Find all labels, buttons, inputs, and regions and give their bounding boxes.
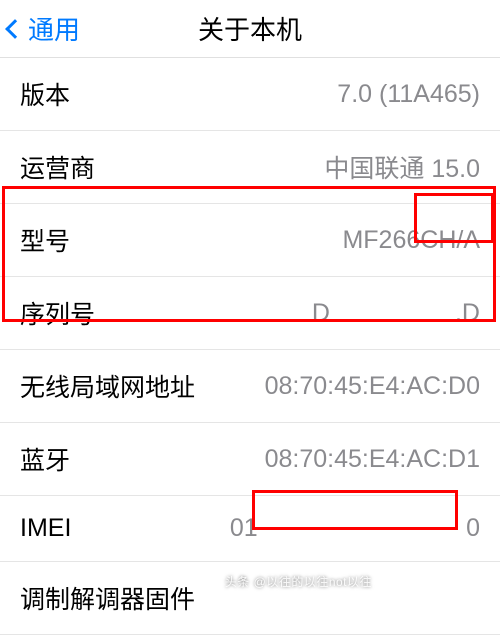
watermark-text: 头条 @以往的以往not以往: [225, 573, 372, 590]
chevron-left-icon: [5, 19, 25, 39]
value: 01 0: [230, 514, 480, 543]
label: 蓝牙: [20, 441, 70, 477]
row-model[interactable]: 型号 MF266CH/A: [0, 204, 500, 277]
back-button[interactable]: 通用: [0, 10, 80, 47]
row-version[interactable]: 版本 7.0 (11A465): [0, 58, 500, 131]
label: 型号: [20, 222, 70, 258]
row-bluetooth[interactable]: 蓝牙 08:70:45:E4:AC:D1: [0, 423, 500, 496]
value: 7.0 (11A465): [337, 80, 480, 109]
label: 无线局域网地址: [20, 368, 195, 404]
row-serial[interactable]: 序列号 D .D: [0, 277, 500, 350]
row-carrier[interactable]: 运营商 中国联通 15.0: [0, 131, 500, 204]
value: 08:70:45:E4:AC:D0: [265, 372, 480, 401]
label: 序列号: [20, 295, 95, 331]
page-title: 关于本机: [198, 10, 302, 47]
label: 版本: [20, 76, 70, 112]
label: IMEI: [20, 514, 71, 543]
back-label: 通用: [28, 10, 80, 47]
settings-list: 版本 7.0 (11A465) 运营商 中国联通 15.0 型号 MF266CH…: [0, 58, 500, 635]
label: 运营商: [20, 149, 95, 185]
nav-header: 通用 关于本机: [0, 0, 500, 58]
value: D .D: [312, 299, 480, 328]
value: 08:70:45:E4:AC:D1: [265, 445, 480, 474]
label: 调制解调器固件: [20, 580, 195, 616]
value: MF266CH/A: [342, 226, 480, 255]
row-wifi-mac[interactable]: 无线局域网地址 08:70:45:E4:AC:D0: [0, 350, 500, 423]
value: 中国联通 15.0: [324, 149, 480, 185]
row-imei[interactable]: IMEI 01 0: [0, 496, 500, 562]
